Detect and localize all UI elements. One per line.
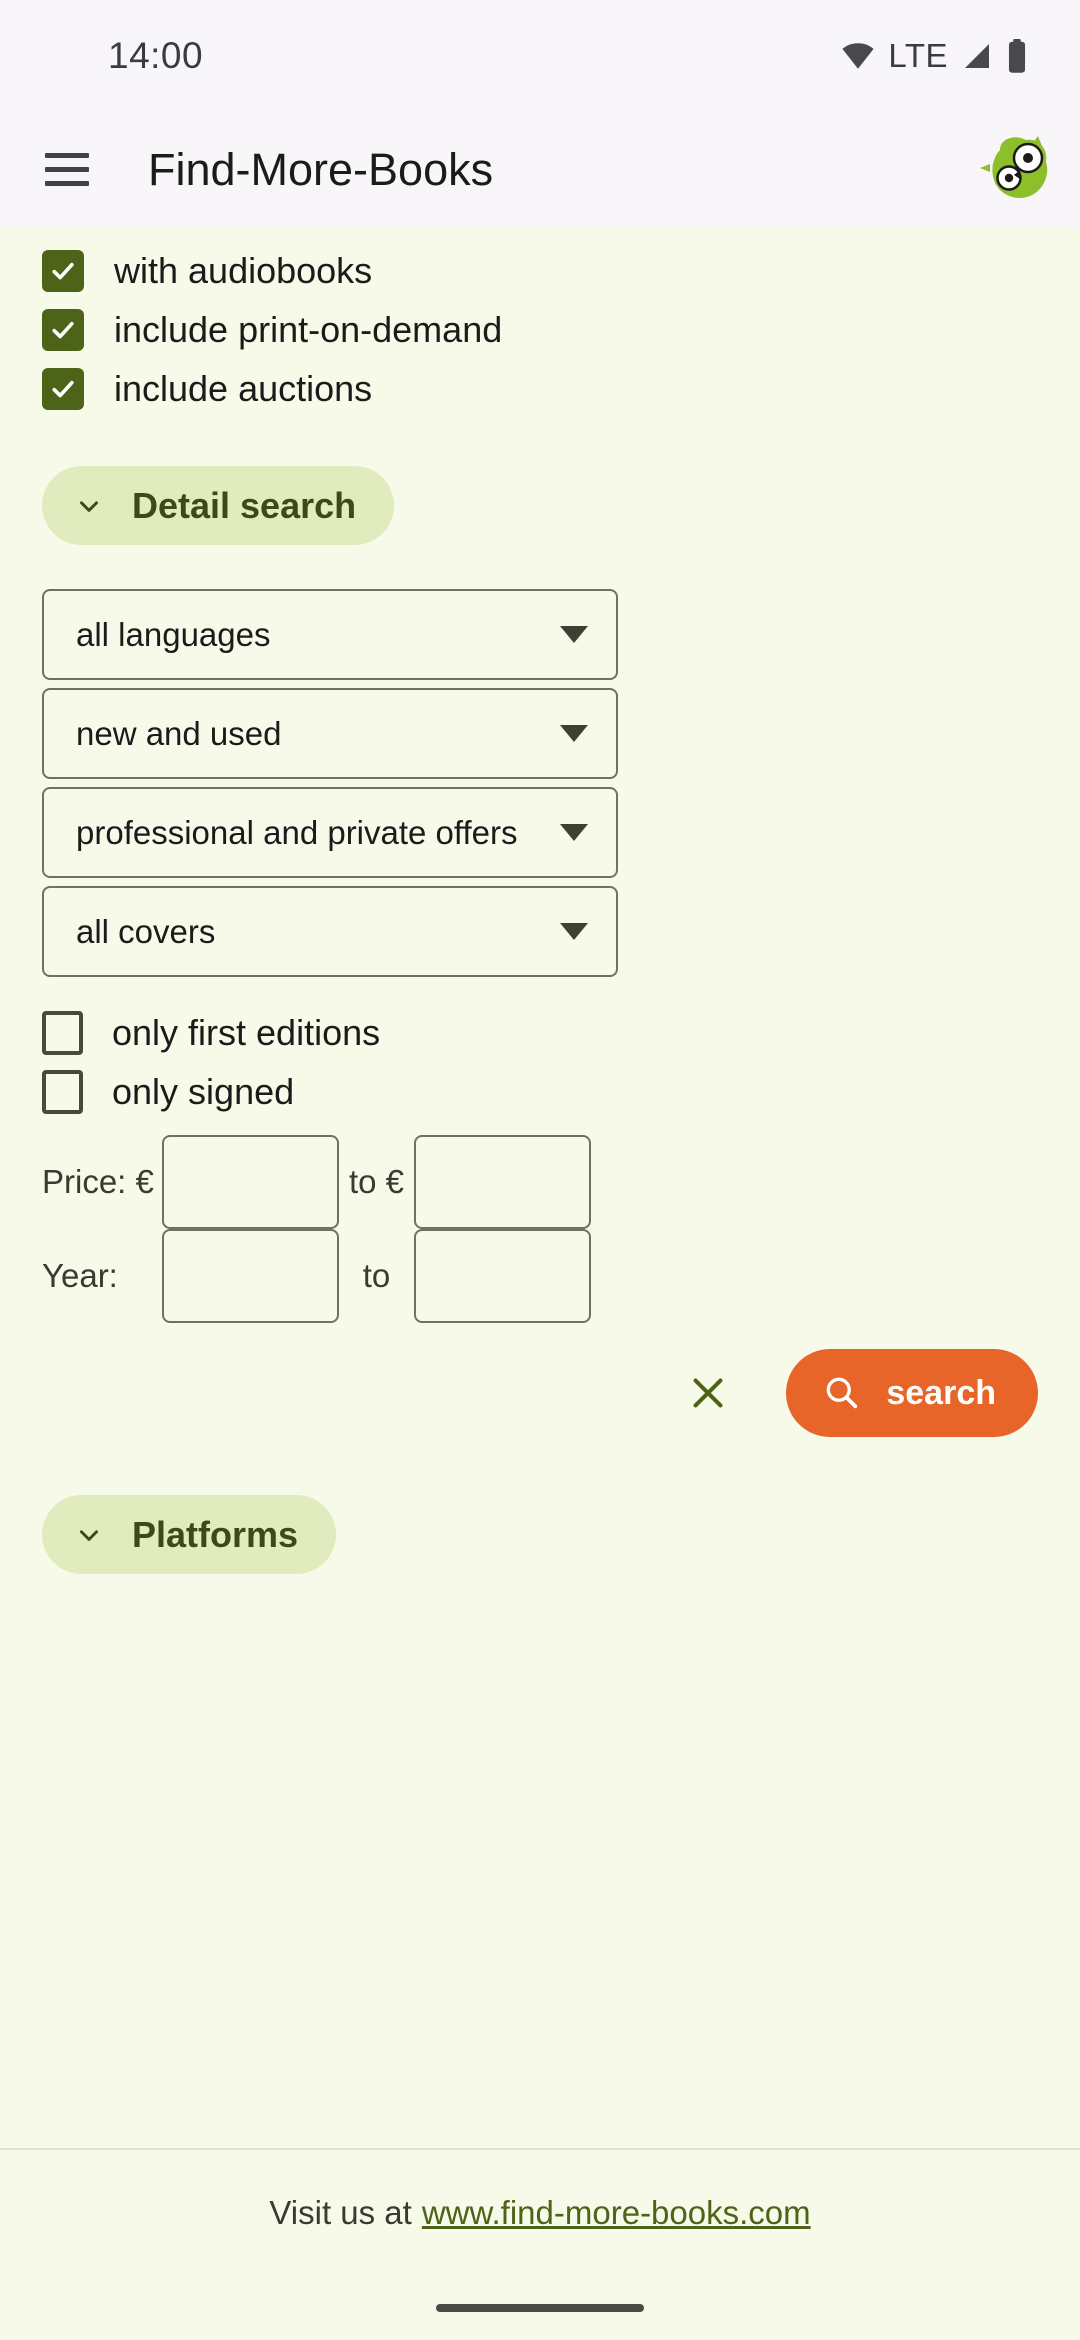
search-button-label: search	[886, 1373, 996, 1412]
search-button[interactable]: search	[786, 1349, 1038, 1437]
footer-website-link[interactable]: www.find-more-books.com	[422, 2194, 811, 2232]
select-condition-value: new and used	[76, 714, 282, 752]
cellular-signal-icon	[961, 40, 993, 72]
price-to-input[interactable]	[414, 1135, 591, 1229]
select-cover[interactable]: all covers	[42, 886, 618, 977]
check-icon	[52, 380, 74, 397]
checkbox-label-only-signed: only signed	[112, 1070, 295, 1112]
system-navigation-bar	[0, 2276, 1080, 2340]
select-language-value: all languages	[76, 615, 271, 653]
checkbox-row-only-signed[interactable]: only signed	[42, 1062, 1038, 1121]
platforms-toggle[interactable]: Platforms	[42, 1495, 337, 1574]
checkbox-row-only-first-editions[interactable]: only first editions	[42, 1003, 1038, 1062]
filter-panel: with audiobooks include print-on-demand …	[0, 227, 1080, 2148]
footer-text: Visit us at	[269, 2194, 412, 2231]
year-to-input[interactable]	[414, 1229, 591, 1323]
year-separator: to	[362, 1257, 391, 1294]
chevron-down-icon	[74, 1520, 104, 1550]
phone-screen: 14:00 LTE Find-More-Books with audiobook…	[0, 0, 1080, 2340]
price-separator: to €	[348, 1163, 405, 1200]
dropdown-arrow-icon	[560, 626, 588, 643]
detail-search-label: Detail search	[132, 484, 357, 526]
checkbox-row-include-auctions[interactable]: include auctions	[42, 359, 1038, 418]
checkbox-label-include-auctions: include auctions	[114, 367, 373, 409]
platforms-label: Platforms	[132, 1513, 299, 1555]
dropdown-arrow-icon	[560, 824, 588, 841]
price-label: Price: €	[42, 1163, 154, 1200]
select-cover-value: all covers	[76, 912, 216, 950]
checkbox-label-with-audiobooks: with audiobooks	[114, 249, 373, 291]
dropdown-arrow-icon	[560, 725, 588, 742]
checked-options-group: with audiobooks include print-on-demand …	[0, 227, 1080, 418]
checkbox-row-include-print-on-demand[interactable]: include print-on-demand	[42, 300, 1038, 359]
year-range-row: Year: to	[0, 1229, 1080, 1323]
price-from-input[interactable]	[162, 1135, 339, 1229]
hamburger-menu-icon[interactable]	[36, 139, 98, 201]
home-gesture-pill[interactable]	[436, 2304, 644, 2312]
battery-icon	[1006, 39, 1028, 73]
unchecked-options-group: only first editions only signed	[0, 1003, 1080, 1121]
year-label: Year:	[42, 1257, 118, 1294]
select-language[interactable]: all languages	[42, 589, 618, 680]
check-icon	[52, 321, 74, 338]
detail-search-section: Detail search	[0, 466, 1080, 545]
status-bar-time: 14:00	[108, 35, 204, 76]
status-bar: 14:00 LTE	[0, 0, 1080, 112]
checkbox-only-first-editions[interactable]	[42, 1010, 83, 1055]
wifi-icon	[841, 39, 875, 73]
select-group: all languages new and used professional …	[0, 589, 1080, 977]
select-condition[interactable]: new and used	[42, 688, 618, 779]
select-seller-type[interactable]: professional and private offers	[42, 787, 618, 878]
checkbox-label-only-first-editions: only first editions	[112, 1011, 381, 1053]
close-x-icon[interactable]	[676, 1361, 740, 1425]
network-type-label: LTE	[888, 37, 948, 74]
app-title: Find-More-Books	[148, 143, 494, 195]
status-bar-indicators: LTE	[841, 37, 1028, 75]
search-actions: search	[0, 1349, 1080, 1437]
footer: Visit us at www.find-more-books.com	[0, 2148, 1080, 2276]
year-from-input[interactable]	[162, 1229, 339, 1323]
checkbox-label-include-print-on-demand: include print-on-demand	[114, 308, 503, 350]
check-icon	[52, 262, 74, 279]
checkbox-include-auctions[interactable]	[42, 367, 84, 410]
search-icon	[822, 1373, 860, 1414]
owl-logo-icon[interactable]	[970, 128, 1054, 212]
checkbox-row-with-audiobooks[interactable]: with audiobooks	[42, 241, 1038, 300]
chevron-down-icon	[74, 491, 104, 521]
price-range-row: Price: € to €	[0, 1135, 1080, 1229]
dropdown-arrow-icon	[560, 923, 588, 940]
platforms-section: Platforms	[0, 1495, 1080, 1574]
app-bar: Find-More-Books	[0, 112, 1080, 227]
detail-search-toggle[interactable]: Detail search	[42, 466, 395, 545]
checkbox-include-print-on-demand[interactable]	[42, 308, 84, 351]
checkbox-with-audiobooks[interactable]	[42, 249, 84, 292]
checkbox-only-signed[interactable]	[42, 1069, 83, 1114]
select-seller-type-value: professional and private offers	[76, 813, 518, 851]
